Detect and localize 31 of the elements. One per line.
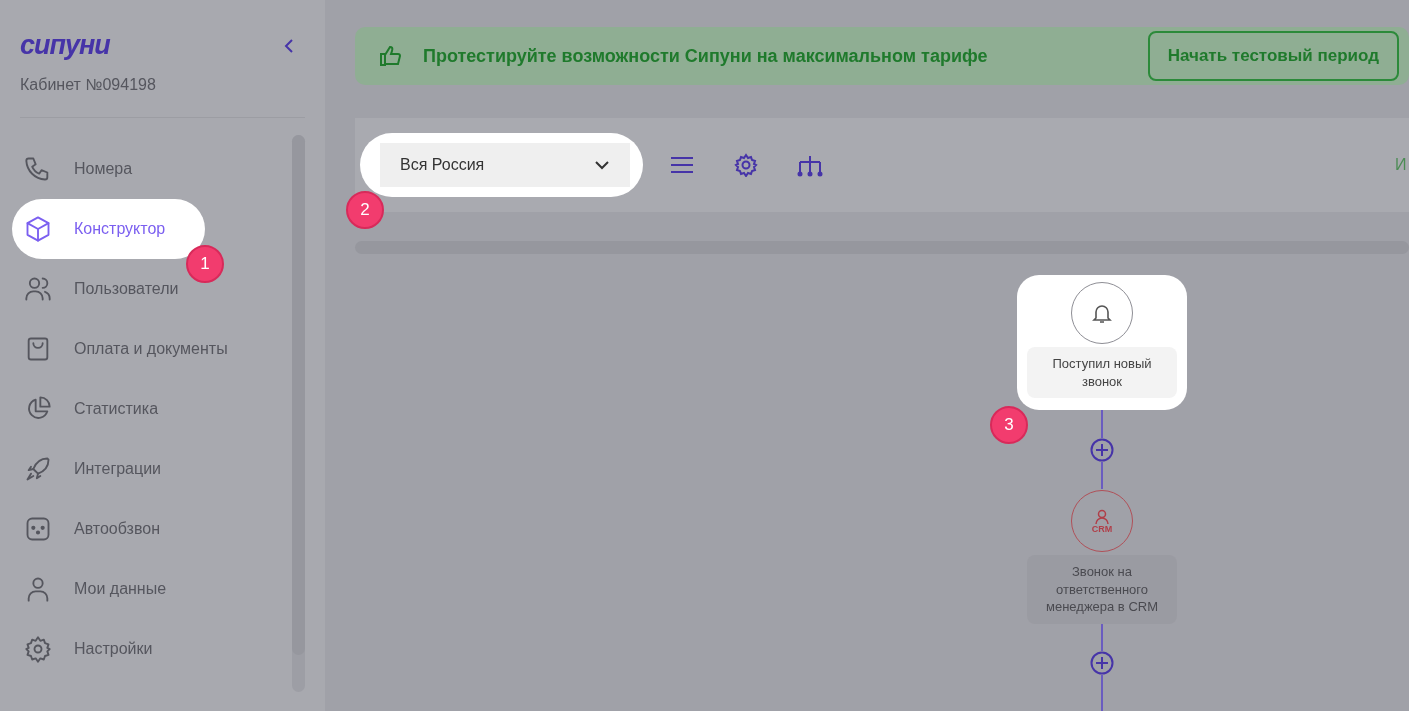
- collapse-icon[interactable]: [283, 37, 295, 54]
- sidebar-item[interactable]: Интеграции: [0, 439, 193, 499]
- thumbs-up-icon: [379, 45, 403, 67]
- node-label: Поступил новый звонок: [1027, 347, 1177, 399]
- dice-icon: [24, 515, 52, 543]
- step-number-badge: 2: [346, 191, 384, 229]
- sidebar-item[interactable]: Оплата и документы: [0, 319, 234, 379]
- add-step-icon[interactable]: [1090, 438, 1114, 463]
- sidebar-item[interactable]: Настройки: [0, 619, 193, 679]
- chevron-down-icon: [594, 160, 610, 170]
- users-icon: [24, 275, 52, 303]
- toolbar-text: И: [1395, 155, 1408, 175]
- promo-text: Протестируйте возможности Сипуни на максимальном тарифе: [423, 44, 988, 68]
- crm-label: CRM: [1091, 524, 1113, 534]
- cube-icon: [24, 215, 52, 243]
- sidebar-item[interactable]: Номера: [0, 139, 193, 199]
- sidebar-item[interactable]: Статистика: [0, 379, 193, 439]
- account-number: Кабинет №094198: [19, 75, 157, 95]
- logo[interactable]: сипуни: [20, 32, 110, 59]
- region-dropdown[interactable]: Вся Россия: [380, 143, 630, 187]
- hierarchy-icon[interactable]: [797, 153, 823, 177]
- settings-icon[interactable]: [733, 153, 759, 177]
- settings-icon: [24, 635, 52, 663]
- add-step-icon[interactable]: [1090, 650, 1114, 675]
- step-number-badge: 3: [990, 406, 1028, 444]
- rocket-icon: [24, 455, 52, 483]
- node-label: Звонок на ответственного менеджера в CRM: [1027, 555, 1177, 624]
- sidebar-item[interactable]: Автообзвон: [0, 499, 193, 559]
- person-icon: [1094, 508, 1110, 525]
- sidebar-item[interactable]: Мои данные: [0, 559, 193, 619]
- start-trial-button[interactable]: Начать тестовый период: [1147, 31, 1399, 81]
